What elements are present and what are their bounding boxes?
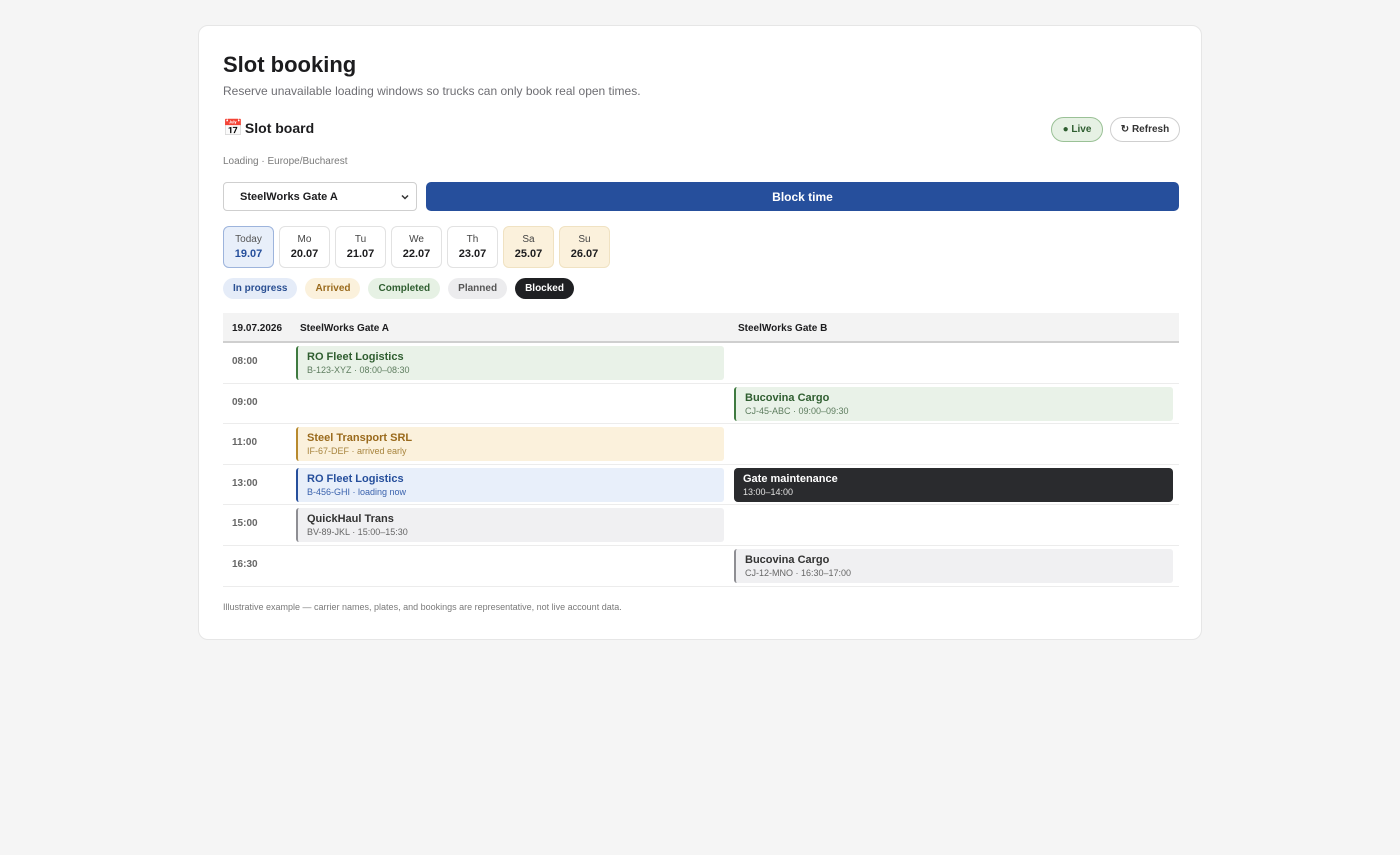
slot-carrier: RO Fleet Logistics <box>307 472 404 485</box>
day-su[interactable]: Su 26.07 <box>559 226 610 268</box>
day-name: Su <box>578 234 591 245</box>
legend-blocked[interactable]: Blocked <box>515 278 574 299</box>
slot-booking[interactable]: RO Fleet Logistics B-123-XYZ · 08:00–08:… <box>296 346 724 380</box>
day-date: 21.07 <box>346 248 375 260</box>
slot-carrier: QuickHaul Trans <box>307 513 394 526</box>
time-row: 13:00 RO Fleet Logistics B-456-GHI · loa… <box>223 465 1179 506</box>
schedule-grid: 19.07.2026 SteelWorks Gate A SteelWorks … <box>223 313 1179 587</box>
day-today[interactable]: Today 19.07 <box>223 226 274 268</box>
chevron-down-icon <box>401 194 409 200</box>
day-date: 19.07 <box>234 248 263 260</box>
legend-completed[interactable]: Completed <box>368 278 441 299</box>
slot-carrier: Steel Transport SRL <box>307 432 413 445</box>
day-date: 22.07 <box>402 248 431 260</box>
slot-booking[interactable]: QuickHaul Trans BV-89-JKL · 15:00–15:30 <box>296 508 724 543</box>
day-date: 25.07 <box>514 248 543 260</box>
refresh-button[interactable]: ↻ Refresh <box>1110 117 1180 142</box>
row-time: 11:00 <box>232 437 258 449</box>
status-legend: In progress Arrived Completed Planned Bl… <box>223 278 574 299</box>
day-date: 26.07 <box>570 248 599 260</box>
slot-booking[interactable]: Steel Transport SRL IF-67-DEF · arrived … <box>296 427 724 462</box>
gate-b-column-header: SteelWorks Gate B <box>738 323 828 334</box>
gate-a-column-header: SteelWorks Gate A <box>300 323 389 334</box>
gate-select[interactable]: SteelWorks Gate A <box>223 182 417 211</box>
live-button[interactable]: ● Live <box>1051 117 1103 142</box>
calendar-icon: 📅 <box>223 120 243 137</box>
legend-in-progress[interactable]: In progress <box>223 278 298 299</box>
day-name: Mo <box>297 234 312 245</box>
day-name: Th <box>466 234 479 245</box>
slot-detail: BV-89-JKL · 15:00–15:30 <box>307 527 408 538</box>
schedule-date: 19.07.2026 <box>232 323 283 334</box>
slot-booking[interactable]: Bucovina Cargo CJ-45-ABC · 09:00–09:30 <box>734 386 1173 421</box>
day-sa[interactable]: Sa 25.07 <box>503 226 554 268</box>
row-time: 15:00 <box>232 518 258 530</box>
day-name: Today <box>235 234 262 245</box>
row-time: 09:00 <box>232 396 258 408</box>
page-subtitle: Reserve unavailable loading windows so t… <box>223 84 641 98</box>
day-name: Tu <box>354 234 367 245</box>
gate-select-value: SteelWorks Gate A <box>240 190 338 203</box>
day-name: Sa <box>522 234 535 245</box>
slot-booking[interactable]: RO Fleet Logistics B-456-GHI · loading n… <box>296 467 724 502</box>
block-time-button[interactable]: Block time <box>426 182 1179 211</box>
day-we[interactable]: We 22.07 <box>391 226 442 268</box>
slot-detail: B-123-XYZ · 08:00–08:30 <box>307 365 410 375</box>
slot-board-header: 📅 Slot board <box>223 118 314 138</box>
page-title: Slot booking <box>223 52 357 77</box>
slot-detail: CJ-45-ABC · 09:00–09:30 <box>745 405 849 416</box>
board-meta: Loading · Europe/Bucharest <box>223 156 348 167</box>
slot-board-title: Slot board <box>244 120 315 136</box>
day-date: 23.07 <box>458 248 487 260</box>
day-mo[interactable]: Mo 20.07 <box>279 226 330 268</box>
day-th[interactable]: Th 23.07 <box>447 226 498 268</box>
slot-carrier: Bucovina Cargo <box>745 391 830 404</box>
day-tu[interactable]: Tu 21.07 <box>335 226 386 268</box>
time-row: 08:00 RO Fleet Logistics B-123-XYZ · 08:… <box>223 343 1179 384</box>
time-row: 15:00 QuickHaul Trans BV-89-JKL · 15:00–… <box>223 505 1179 546</box>
legend-planned[interactable]: Planned <box>448 278 508 299</box>
day-name: We <box>409 234 424 245</box>
day-selector: Today 19.07 Mo 20.07 Tu 21.07 We 22.07 T… <box>223 226 610 268</box>
footnote: Illustrative example — carrier names, pl… <box>223 602 622 612</box>
schedule-header: 19.07.2026 SteelWorks Gate A SteelWorks … <box>223 313 1179 343</box>
slot-booking[interactable]: Bucovina Cargo CJ-12-MNO · 16:30–17:00 <box>734 548 1173 583</box>
time-row: 11:00 Steel Transport SRL IF-67-DEF · ar… <box>223 424 1179 465</box>
legend-arrived[interactable]: Arrived <box>305 278 361 299</box>
slot-carrier: Bucovina Cargo <box>745 553 830 566</box>
row-time: 13:00 <box>232 477 258 489</box>
slot-detail: IF-67-DEF · arrived early <box>307 446 407 457</box>
slot-carrier: RO Fleet Logistics <box>307 351 404 363</box>
row-time: 16:30 <box>232 558 258 570</box>
slot-carrier: Gate maintenance <box>743 472 838 485</box>
time-row: 09:00 Bucovina Cargo CJ-45-ABC · 09:00–0… <box>223 384 1179 425</box>
slot-detail: CJ-12-MNO · 16:30–17:00 <box>745 567 852 578</box>
day-date: 20.07 <box>290 248 319 260</box>
time-row: 16:30 Bucovina Cargo CJ-12-MNO · 16:30–1… <box>223 546 1179 587</box>
blocked-slot[interactable]: Gate maintenance 13:00–14:00 <box>734 467 1173 502</box>
slot-detail: B-456-GHI · loading now <box>307 486 407 497</box>
row-time: 08:00 <box>232 356 258 367</box>
slot-detail: 13:00–14:00 <box>743 486 794 497</box>
slot-booking-card: Slot booking Reserve unavailable loading… <box>198 25 1202 640</box>
